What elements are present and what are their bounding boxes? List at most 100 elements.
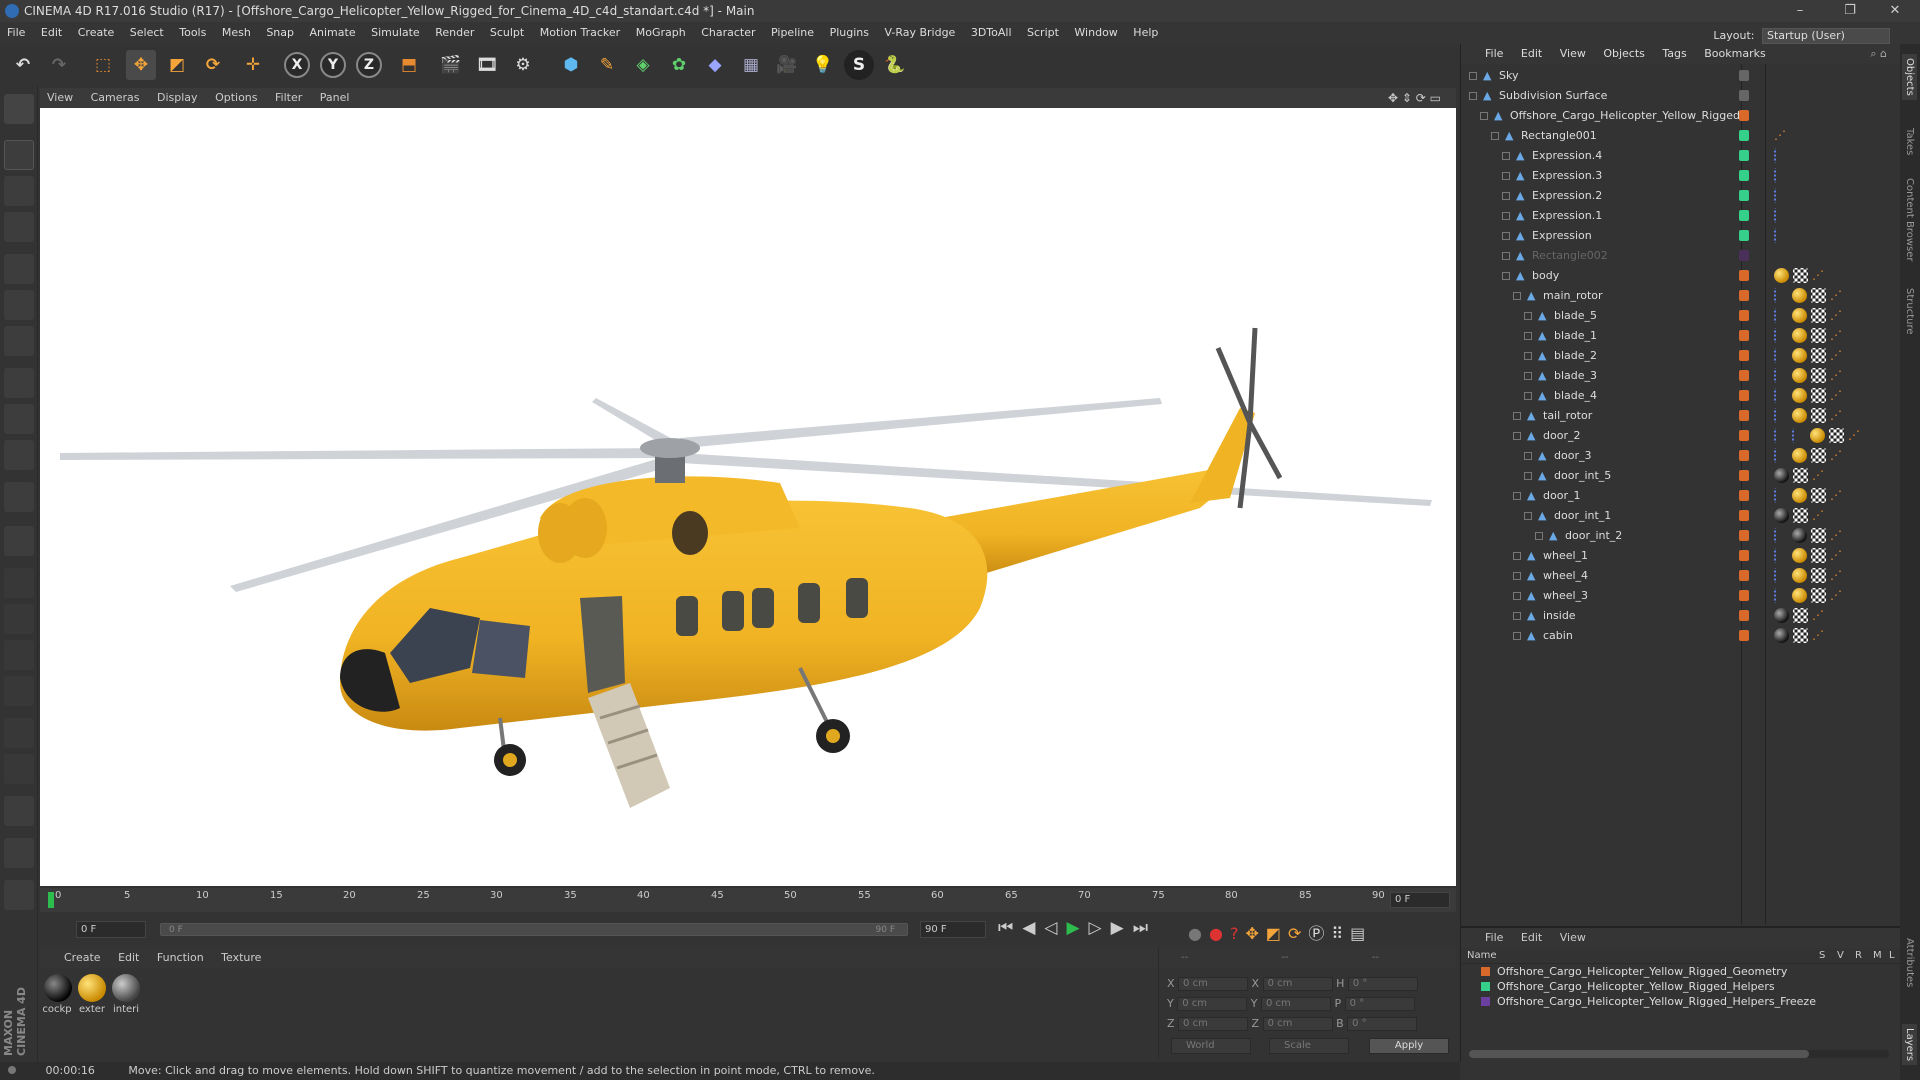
objects-menu-tags[interactable]: Tags (1662, 47, 1686, 60)
layout-dropdown[interactable]: Startup (User) (1762, 28, 1890, 44)
object-row[interactable]: ▲ Expression (1461, 226, 1901, 246)
uvw-tag-icon[interactable] (1811, 528, 1826, 543)
material-menu-function[interactable]: Function (157, 951, 204, 964)
layer-color-swatch[interactable] (1739, 590, 1749, 601)
frame-range-slider[interactable]: 0 F 90 F (160, 923, 908, 936)
expand-toggle-icon[interactable] (1524, 512, 1532, 520)
xpresso-tag-icon[interactable] (1774, 448, 1788, 463)
polygons-mode-icon[interactable] (4, 326, 34, 356)
next-frame-icon[interactable]: ▷ (1089, 918, 1111, 938)
layer-color-swatch[interactable] (1739, 570, 1749, 581)
material-tag-icon[interactable] (1774, 508, 1789, 523)
layer-color-swatch[interactable] (1739, 350, 1749, 361)
constraint-tag-icon[interactable]: ⋰ (1830, 568, 1845, 583)
material-tag-icon[interactable] (1792, 528, 1807, 543)
object-row[interactable]: ▲ Sky (1461, 66, 1901, 86)
expand-toggle-icon[interactable] (1524, 392, 1532, 400)
expand-toggle-icon[interactable] (1502, 152, 1510, 160)
key-parameter-icon[interactable]: Ⓟ (1308, 924, 1331, 943)
menu-file[interactable]: File (7, 26, 25, 39)
expand-toggle-icon[interactable] (1513, 592, 1521, 600)
layer-color-swatch[interactable] (1739, 610, 1749, 621)
side-tab-objects[interactable]: Objects (1902, 54, 1917, 100)
constraint-tag-icon[interactable]: ⋰ (1830, 388, 1845, 403)
object-row[interactable]: ▲ door_int_1 ⋰ (1461, 506, 1901, 526)
uvw-tag-icon[interactable] (1811, 368, 1826, 383)
xpresso-tag-icon[interactable] (1774, 308, 1788, 323)
cube-object-icon[interactable]: ⬢ (556, 50, 586, 80)
layer-color-swatch[interactable] (1739, 290, 1749, 301)
menu-pipeline[interactable]: Pipeline (771, 26, 814, 39)
constraint-tag-icon[interactable]: ⋰ (1830, 348, 1845, 363)
expand-toggle-icon[interactable] (1524, 372, 1532, 380)
object-row[interactable]: ▲ blade_1 ⋰ (1461, 326, 1901, 346)
xpresso-tag-icon[interactable] (1774, 428, 1788, 443)
points-mode-icon[interactable] (4, 254, 34, 284)
side-tab-attributes[interactable]: Attributes (1902, 934, 1917, 991)
camera-object-icon[interactable]: 🎥 (772, 50, 802, 80)
constraint-tag-icon[interactable]: ⋰ (1812, 508, 1827, 523)
menu-snap[interactable]: Snap (266, 26, 294, 39)
uvw-tag-icon[interactable] (1811, 288, 1826, 303)
current-frame-field[interactable]: 0 F (1390, 892, 1450, 908)
material-menu-edit[interactable]: Edit (118, 951, 139, 964)
redo-icon[interactable]: ↷ (44, 50, 74, 80)
constraint-tag-icon[interactable]: ⋰ (1774, 128, 1789, 143)
menu-sculpt[interactable]: Sculpt (490, 26, 524, 39)
expand-toggle-icon[interactable] (1469, 92, 1477, 100)
magnet-icon[interactable] (4, 482, 34, 512)
constraint-tag-icon[interactable]: ⋰ (1830, 488, 1845, 503)
side-tab-content-browser[interactable]: Content Browser (1902, 174, 1917, 265)
constraint-tag-icon[interactable]: ⋰ (1830, 368, 1845, 383)
mograph-cloner-icon[interactable]: ✿ (664, 50, 694, 80)
layers-scrollbar[interactable] (1469, 1050, 1889, 1058)
layer-color-swatch[interactable] (1739, 230, 1749, 241)
uvw-tag-icon[interactable] (1811, 488, 1826, 503)
layer-color-swatch[interactable] (1739, 90, 1749, 101)
recent-tool-icon[interactable]: ✛ (238, 50, 268, 80)
sculpt-tool-icon[interactable] (4, 568, 34, 598)
key-scale-icon[interactable]: ◩ (1266, 924, 1288, 943)
menu-animate[interactable]: Animate (310, 26, 356, 39)
uvw-tag-icon[interactable] (1811, 588, 1826, 603)
layer-row[interactable]: Offshore_Cargo_Helicopter_Yellow_Rigged_… (1461, 964, 1900, 979)
object-row[interactable]: ▲ Expression.4 (1461, 146, 1901, 166)
timeline-window-icon[interactable]: ▤ (1350, 924, 1372, 943)
layer-color-swatch[interactable] (1739, 210, 1749, 221)
material-tag-icon[interactable] (1792, 328, 1807, 343)
object-row[interactable]: ▲ tail_rotor ⋰ (1461, 406, 1901, 426)
expand-toggle-icon[interactable] (1513, 612, 1521, 620)
uvw-tag-icon[interactable] (1811, 348, 1826, 363)
layer-color-swatch[interactable] (1739, 270, 1749, 281)
edges-mode-icon[interactable] (4, 290, 34, 320)
side-tab-structure[interactable]: Structure (1902, 284, 1917, 339)
layer-color-swatch[interactable] (1739, 450, 1749, 461)
material-swatch-interior[interactable] (112, 974, 140, 1002)
make-editable-icon[interactable] (4, 94, 34, 124)
material-tag-icon[interactable] (1792, 348, 1807, 363)
object-row[interactable]: ▲ body ⋰ (1461, 266, 1901, 286)
material-tag-icon[interactable] (1792, 408, 1807, 423)
object-row[interactable]: ▲ Rectangle002 (1461, 246, 1901, 266)
material-tag-icon[interactable] (1774, 628, 1789, 643)
layers-menu-file[interactable]: File (1485, 931, 1503, 944)
material-menu-texture[interactable]: Texture (221, 951, 261, 964)
layer-color-swatch[interactable] (1739, 410, 1749, 421)
expand-toggle-icon[interactable] (1524, 312, 1532, 320)
expand-toggle-icon[interactable] (1535, 532, 1543, 540)
position-x-field[interactable]: 0 cm (1178, 977, 1249, 991)
xpresso-tag-icon[interactable] (1774, 548, 1788, 563)
previous-key-icon[interactable]: ◀ (1022, 918, 1044, 938)
autokey-icon[interactable]: ● (1188, 924, 1209, 943)
previous-frame-icon[interactable]: ◁ (1044, 918, 1066, 938)
rotate-tool-icon[interactable]: ⟳ (198, 50, 228, 80)
object-row[interactable]: ▲ inside ⋰ (1461, 606, 1901, 626)
maximize-button[interactable]: ❐ (1830, 0, 1870, 22)
render-view-icon[interactable]: 🎬 (436, 50, 466, 80)
material-tag-icon[interactable] (1792, 368, 1807, 383)
axis-mode-icon[interactable] (4, 368, 34, 398)
playhead[interactable] (48, 892, 54, 908)
menu-select[interactable]: Select (130, 26, 164, 39)
expand-toggle-icon[interactable] (1480, 112, 1488, 120)
render-to-picture-viewer-icon[interactable]: 🎞 (472, 50, 502, 80)
